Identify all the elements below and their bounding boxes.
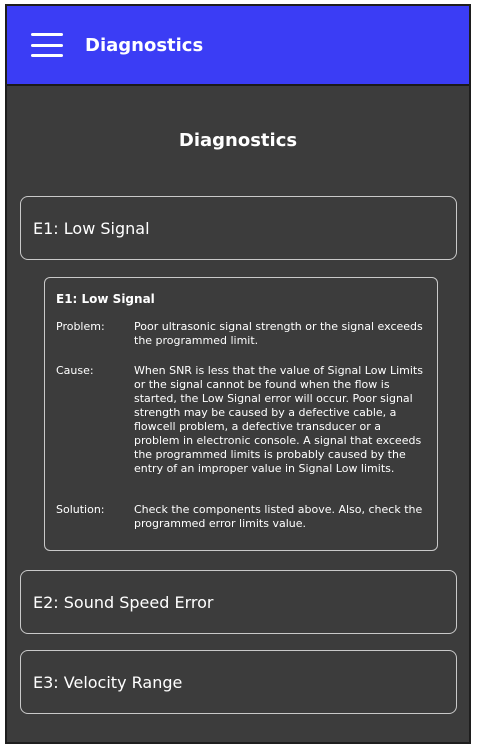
detail-value: Check the components listed above. Also,… xyxy=(134,503,423,530)
menu-line xyxy=(31,54,63,57)
menu-line xyxy=(31,33,63,36)
error-detail-panel: E1: Low Signal Problem: Poor ultrasonic … xyxy=(44,277,438,551)
app-bar-title: Diagnostics xyxy=(85,34,204,56)
detail-label: Cause: xyxy=(56,364,94,377)
device-frame: Diagnostics Diagnostics E1: Low Signal E… xyxy=(5,4,471,744)
detail-value: Poor ultrasonic signal strength or the s… xyxy=(134,320,423,347)
error-item-label: E1: Low Signal xyxy=(33,218,150,238)
menu-line xyxy=(31,43,63,47)
detail-value: When SNR is less that the value of Signa… xyxy=(134,364,423,475)
detail-row-problem: Problem: Poor ultrasonic signal strength… xyxy=(56,320,427,348)
detail-label: Solution: xyxy=(56,503,105,516)
error-item-label: E2: Sound Speed Error xyxy=(33,592,214,612)
error-item-e3[interactable]: E3: Velocity Range xyxy=(20,650,457,714)
detail-title: E1: Low Signal xyxy=(56,292,155,306)
error-item-label: E3: Velocity Range xyxy=(33,672,183,692)
detail-row-cause: Cause: When SNR is less that the value o… xyxy=(56,364,427,476)
error-item-e1[interactable]: E1: Low Signal xyxy=(20,196,457,260)
error-item-e2[interactable]: E2: Sound Speed Error xyxy=(20,570,457,634)
detail-row-solution: Solution: Check the components listed ab… xyxy=(56,503,427,531)
app-bar: Diagnostics xyxy=(7,6,469,86)
main-content: Diagnostics E1: Low Signal E1: Low Signa… xyxy=(7,86,469,742)
page-title: Diagnostics xyxy=(178,130,298,151)
hamburger-menu-icon[interactable] xyxy=(31,33,63,57)
detail-label: Problem: xyxy=(56,320,105,333)
